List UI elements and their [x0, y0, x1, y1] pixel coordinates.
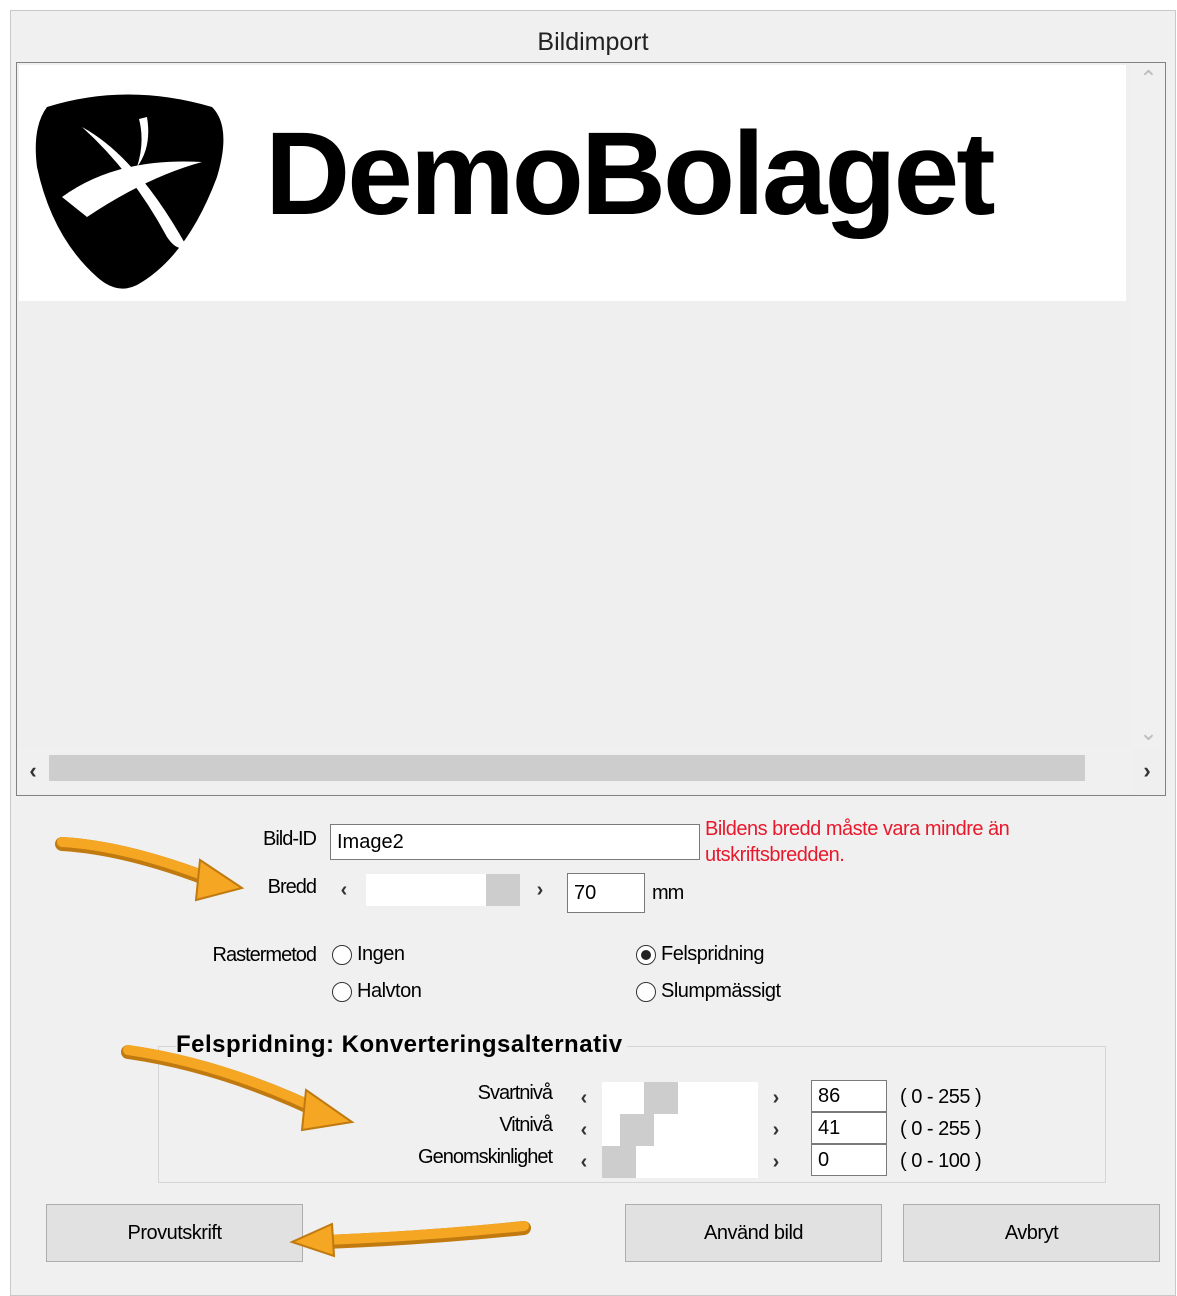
test-print-button[interactable]: Provutskrift [46, 1204, 303, 1262]
radio-button-checked-icon[interactable] [636, 944, 656, 965]
raster-method-label: Rastermetod [212, 944, 318, 966]
genomskinlighet-label: Genomskinlighet [418, 1146, 553, 1168]
svartniva-slider-track[interactable] [602, 1082, 758, 1114]
radio-halvton[interactable]: Halvton [332, 980, 422, 1003]
radio-button-icon[interactable] [332, 944, 352, 965]
preview-image: DemoBolaget [19, 65, 1126, 301]
scroll-right-icon[interactable]: › [1131, 749, 1163, 793]
genomskinlighet-slider-track[interactable] [602, 1146, 758, 1178]
radio-ingen-label: Ingen [357, 943, 405, 965]
scroll-down-icon[interactable]: ⌄ [1132, 717, 1165, 749]
radio-felspridning[interactable]: Felspridning [636, 943, 764, 966]
chevron-right-icon[interactable]: › [528, 872, 552, 908]
vertical-scrollbar[interactable]: ⌃ ⌄ [1132, 63, 1165, 749]
image-preview-pane: DemoBolaget ⌃ ⌄ ‹ › [16, 62, 1166, 796]
cancel-button[interactable]: Avbryt [903, 1204, 1160, 1262]
chevron-left-icon[interactable]: ‹ [332, 872, 356, 908]
annotation-arrow-icon [289, 1221, 531, 1258]
chevron-left-icon[interactable]: ‹ [572, 1144, 596, 1180]
error-message: Bildens bredd måste vara mindre än utskr… [705, 818, 1010, 866]
chevron-right-icon[interactable]: › [764, 1080, 788, 1116]
svartniva-label: Svartnivå [477, 1082, 553, 1104]
bredd-slider[interactable]: ‹ › [332, 872, 560, 908]
vitniva-slider-thumb[interactable] [620, 1114, 654, 1146]
chevron-right-icon[interactable]: › [764, 1144, 788, 1180]
vitniva-range: ( 0 - 255 ) [900, 1118, 982, 1140]
vitniva-label: Vitnivå [499, 1114, 553, 1136]
chevron-left-icon[interactable]: ‹ [572, 1112, 596, 1148]
bredd-input[interactable] [567, 873, 645, 913]
radio-slumpmassigt-label: Slumpmässigt [661, 980, 781, 1002]
vitniva-slider-track[interactable] [602, 1114, 758, 1146]
svartniva-range: ( 0 - 255 ) [900, 1086, 982, 1108]
bredd-unit: mm [652, 882, 684, 904]
chevron-right-icon[interactable]: › [764, 1112, 788, 1148]
bredd-slider-track[interactable] [366, 874, 520, 906]
logo-emblem-icon [35, 94, 224, 289]
genomskinlighet-input[interactable] [811, 1144, 887, 1176]
vitniva-input[interactable] [811, 1112, 887, 1144]
annotation-arrow-icon [55, 837, 245, 902]
radio-ingen[interactable]: Ingen [332, 943, 405, 966]
bredd-slider-thumb[interactable] [486, 874, 520, 906]
radio-slumpmassigt[interactable]: Slumpmässigt [636, 980, 781, 1003]
annotation-arrow-icon [121, 1045, 355, 1132]
chevron-left-icon[interactable]: ‹ [572, 1080, 596, 1116]
radio-halvton-label: Halvton [357, 980, 422, 1002]
genomskinlighet-slider[interactable]: ‹ › [568, 1144, 794, 1180]
genomskinlighet-range: ( 0 - 100 ) [900, 1150, 982, 1172]
radio-felspridning-label: Felspridning [661, 943, 764, 965]
horizontal-scroll-thumb[interactable] [49, 755, 1085, 781]
svartniva-input[interactable] [811, 1080, 887, 1112]
vitniva-slider[interactable]: ‹ › [568, 1112, 794, 1148]
radio-button-icon[interactable] [332, 981, 352, 1002]
radio-button-icon[interactable] [636, 981, 656, 1002]
genomskinlighet-slider-thumb[interactable] [602, 1146, 636, 1178]
logo-text: DemoBolaget [265, 108, 996, 240]
scroll-up-icon[interactable]: ⌃ [1132, 63, 1165, 95]
use-image-button[interactable]: Använd bild [625, 1204, 882, 1262]
bild-id-input[interactable] [330, 824, 700, 860]
svartniva-slider[interactable]: ‹ › [568, 1080, 794, 1116]
svartniva-slider-thumb[interactable] [644, 1082, 678, 1114]
scroll-left-icon[interactable]: ‹ [17, 749, 49, 793]
horizontal-scrollbar[interactable]: ‹ › [17, 749, 1151, 793]
